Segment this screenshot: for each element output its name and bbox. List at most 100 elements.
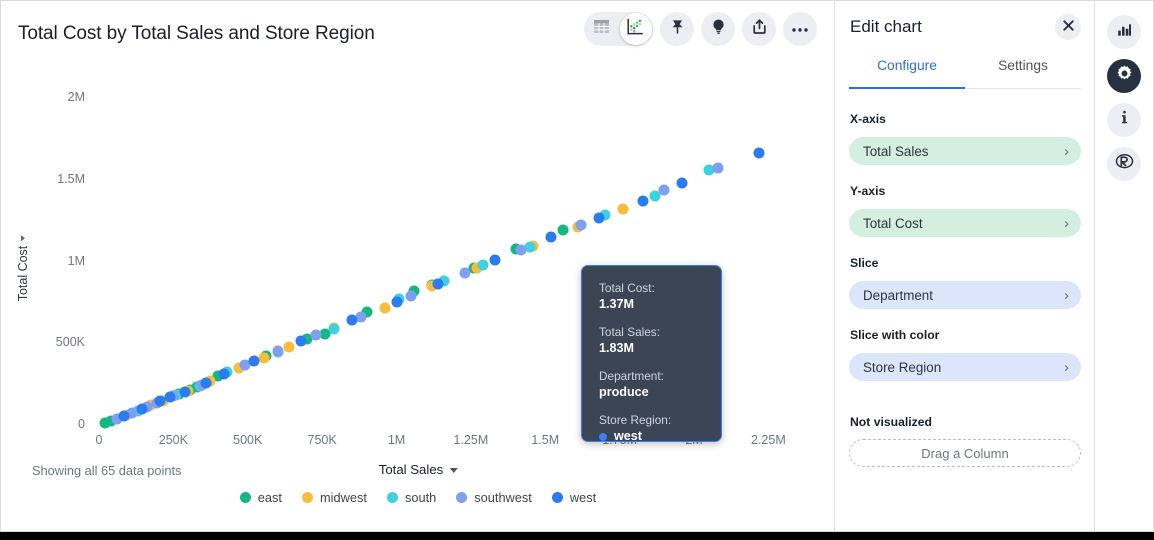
data-point-count: Showing all 65 data points [32, 463, 181, 478]
tooltip-key: Total Sales: [599, 324, 721, 340]
data-point[interactable] [296, 336, 307, 347]
data-point[interactable] [180, 386, 191, 397]
pin-button[interactable] [660, 12, 694, 46]
legend-item[interactable]: west [552, 490, 596, 505]
field-pill-slice[interactable]: Department › [849, 281, 1081, 309]
more-options-button[interactable] [783, 12, 817, 46]
data-point[interactable] [311, 330, 322, 341]
data-point[interactable] [558, 224, 569, 235]
table-icon [593, 18, 610, 40]
pin-icon [669, 18, 686, 40]
data-point[interactable] [391, 296, 402, 307]
page-title: Total Cost by Total Sales and Store Regi… [18, 23, 375, 45]
chart-editor-window: Total Cost by Total Sales and Store Regi… [0, 0, 1154, 532]
legend-label: west [570, 490, 596, 505]
share-icon [751, 18, 768, 40]
data-point[interactable] [119, 411, 130, 422]
tab-settings[interactable]: Settings [965, 58, 1081, 88]
legend-item[interactable]: south [387, 490, 436, 505]
legend-color-dot [302, 492, 313, 503]
data-point[interactable] [259, 352, 270, 363]
data-point[interactable] [575, 219, 586, 230]
edit-panel-tabs: ConfigureSettings [849, 58, 1081, 89]
data-point[interactable] [638, 196, 649, 207]
chevron-down-icon [449, 468, 457, 473]
data-point[interactable] [459, 268, 470, 279]
field-pill-y-axis[interactable]: Total Cost› [849, 209, 1081, 237]
legend-label: south [405, 490, 436, 505]
data-point[interactable] [201, 377, 212, 388]
field-label-x-axis: X-axis [850, 112, 886, 126]
data-point[interactable] [379, 303, 390, 314]
data-point[interactable] [617, 204, 628, 215]
field-pill-value: Store Region [863, 360, 941, 375]
chevron-right-icon: › [1064, 144, 1069, 159]
tooltip-row: Department:produce [599, 368, 721, 401]
data-point[interactable] [218, 368, 229, 379]
scatter-chart-icon [626, 18, 644, 41]
x-axis-tick: 1.25M [454, 433, 489, 447]
legend-item[interactable]: southwest [456, 490, 532, 505]
table-view-button[interactable] [584, 12, 618, 46]
field-pill-value: Department [863, 288, 933, 303]
data-point[interactable] [284, 341, 295, 352]
legend-label: midwest [320, 490, 367, 505]
data-point[interactable] [346, 315, 357, 326]
chart-header: Total Cost by Total Sales and Store Regi… [1, 1, 835, 63]
data-point[interactable] [593, 212, 604, 223]
tooltip-value: produce [599, 384, 721, 401]
tooltip-value: west [599, 428, 721, 445]
scatter-plot: Total Cost 0500K1M1.5M2M 0250K500K750K1M… [1, 59, 835, 459]
data-point[interactable] [516, 245, 527, 256]
data-point[interactable] [677, 178, 688, 189]
x-axis-tick: 1.5M [531, 433, 559, 447]
data-point[interactable] [154, 396, 165, 407]
data-point[interactable] [712, 162, 723, 173]
data-point[interactable] [489, 255, 500, 266]
data-point[interactable] [754, 148, 765, 159]
data-point[interactable] [329, 323, 340, 334]
data-point[interactable] [477, 259, 488, 270]
rail-r-button[interactable] [1107, 147, 1141, 181]
tooltip-color-dot [599, 433, 607, 441]
data-point[interactable] [433, 278, 444, 289]
x-axis-tick: 750K [308, 433, 337, 447]
data-point[interactable] [546, 232, 557, 243]
chart-footer: Showing all 65 data points Total Sales e… [1, 457, 835, 531]
drag-column-dropzone[interactable]: Drag a Column [849, 439, 1081, 467]
data-point[interactable] [248, 356, 259, 367]
legend-item[interactable]: east [240, 490, 282, 505]
legend-color-dot [552, 492, 563, 503]
legend-color-dot [456, 492, 467, 503]
data-point[interactable] [406, 290, 417, 301]
rail-info-button[interactable] [1107, 103, 1141, 137]
tooltip-row: Store Region:west [599, 412, 721, 445]
view-toggle-group [584, 12, 653, 46]
chevron-right-icon: › [1064, 360, 1069, 375]
close-button[interactable] [1055, 14, 1081, 40]
field-label-slice: Slice [850, 256, 878, 270]
field-pill-x-axis[interactable]: Total Sales› [849, 137, 1081, 165]
tab-configure[interactable]: Configure [849, 58, 965, 88]
chart-toolbar [584, 12, 817, 46]
x-axis-tick: 250K [159, 433, 188, 447]
data-point[interactable] [659, 184, 670, 195]
x-axis-selector[interactable]: Total Sales [379, 462, 458, 477]
data-point[interactable] [137, 403, 148, 414]
field-pill-slice-with-color[interactable]: Store Region › [849, 353, 1081, 381]
data-point[interactable] [272, 346, 283, 357]
gear-icon [1115, 64, 1134, 88]
tooltip-row: Total Cost:1.37M [599, 280, 721, 313]
x-axis-selector-label: Total Sales [379, 462, 444, 477]
share-button[interactable] [742, 12, 776, 46]
chevron-right-icon: › [1064, 288, 1069, 303]
data-point[interactable] [165, 392, 176, 403]
tooltip-row: Total Sales:1.83M [599, 324, 721, 357]
rail-chart-button[interactable] [1107, 15, 1141, 49]
legend-label: east [258, 490, 282, 505]
rail-settings-button[interactable] [1107, 59, 1141, 93]
legend-item[interactable]: midwest [302, 490, 367, 505]
lightbulb-button[interactable] [701, 12, 735, 46]
tooltip-value: 1.83M [599, 340, 721, 357]
chart-view-button[interactable] [618, 12, 652, 46]
